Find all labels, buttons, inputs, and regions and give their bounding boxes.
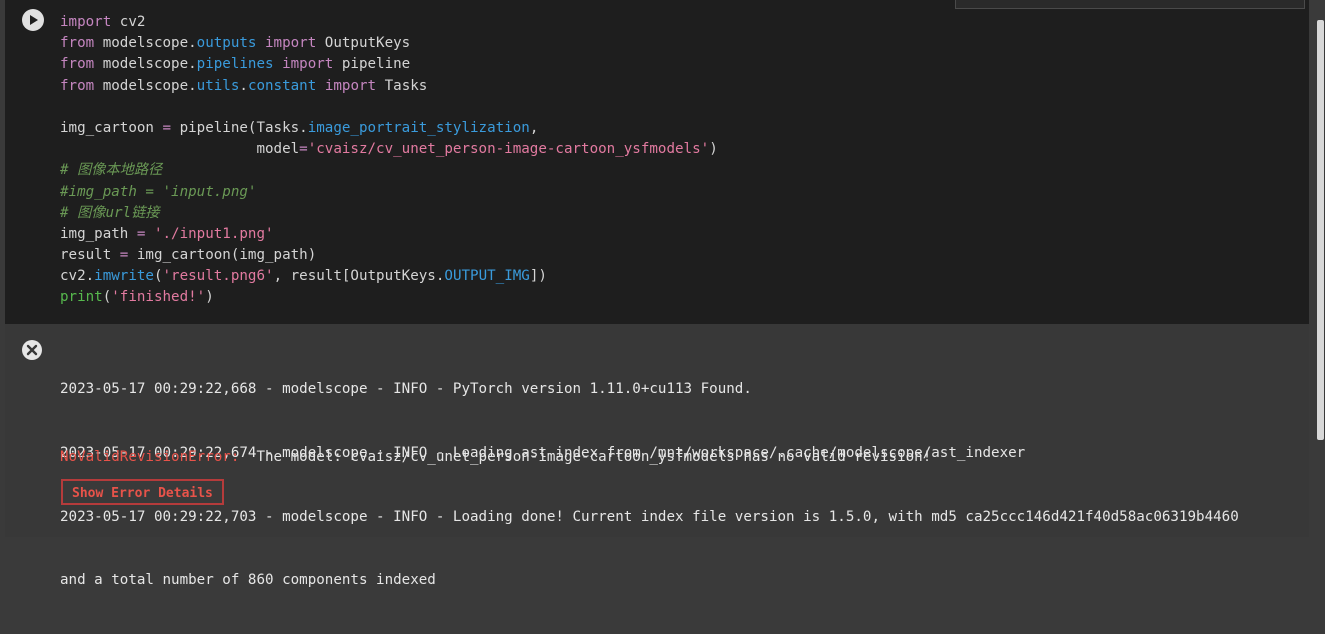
code-token: import	[60, 14, 112, 30]
code-token: cv2.	[60, 268, 95, 285]
code-editor[interactable]: import cv2 from modelscope.outputs import…	[5, 0, 1309, 324]
log-line: 2023-05-17 00:29:22,703 - modelscope - I…	[60, 508, 1239, 525]
log-line: and a total number of 860 components ind…	[60, 572, 436, 589]
error-line: NoValidRevisionError: The model: cvaisz/…	[60, 447, 931, 468]
code-token: pipelines	[196, 56, 274, 73]
code-token: OUTPUT_IMG	[444, 268, 530, 285]
code-token: ,	[529, 119, 539, 136]
code-line: import cv2	[60, 12, 718, 33]
play-icon	[30, 15, 38, 25]
code-token: Tasks	[376, 77, 428, 94]
code-line: result = img_cartoon(img_path)	[60, 245, 718, 266]
cell-output: 2023-05-17 00:29:22,668 - modelscope - I…	[60, 337, 1305, 634]
code-token: cv2	[111, 14, 146, 30]
code-token: #img_path = 'input.png'	[60, 183, 257, 200]
log-line: 2023-05-17 00:29:22,668 - modelscope - I…	[60, 381, 752, 398]
code-token: outputs	[196, 35, 257, 52]
code-token: img_cartoon(img_path)	[128, 247, 317, 264]
code-token: result	[60, 247, 120, 264]
code-token: constant	[247, 77, 317, 94]
code-token: modelscope.	[94, 56, 197, 73]
code-token: # 图像url链接	[60, 204, 160, 221]
code-token: import	[265, 35, 317, 52]
code-token: imwrite	[94, 268, 154, 285]
code-token: 'finished!'	[111, 289, 206, 306]
code-token: img_cartoon	[60, 119, 163, 136]
code-line: from modelscope.utils.constant import Ta…	[60, 76, 718, 97]
code-line: from modelscope.pipelines import pipelin…	[60, 54, 718, 75]
code-token: )	[205, 289, 214, 306]
code-token: (	[102, 289, 112, 306]
error-x-icon[interactable]	[21, 339, 43, 361]
code-line: img_path = './input1.png'	[60, 224, 718, 245]
code-token: from	[60, 35, 95, 52]
code-token: modelscope.	[94, 77, 197, 94]
code-line: print('finished!')	[60, 287, 718, 308]
code-line: img_cartoon = pipeline(Tasks.image_portr…	[60, 118, 718, 139]
code-token: from	[60, 56, 95, 73]
code-token: from	[60, 77, 95, 94]
code-line: # 图像url链接	[60, 203, 718, 224]
code-token: 'result.png6'	[162, 268, 274, 285]
code-token: ])	[529, 268, 547, 285]
code-token: image_portrait_stylization	[307, 119, 530, 136]
code-token: modelscope.	[94, 35, 197, 52]
run-cell-button[interactable]	[22, 9, 44, 31]
code-token: OutputKeys	[316, 35, 411, 52]
show-error-details-button[interactable]: Show Error Details	[61, 479, 224, 505]
code-token: )	[709, 141, 718, 158]
code-content[interactable]: import cv2 from modelscope.outputs import…	[60, 12, 718, 309]
code-token: print	[60, 289, 103, 306]
code-line: model='cvaisz/cv_unet_person-image-carto…	[60, 139, 718, 160]
code-token: # 图像本地路径	[60, 162, 163, 179]
code-token: model	[60, 141, 300, 158]
code-token: pipeline	[333, 56, 411, 73]
code-line: # 图像本地路径	[60, 160, 718, 181]
code-token: import	[282, 56, 334, 73]
code-token: pipeline(Tasks.	[171, 119, 308, 136]
error-name: NoValidRevisionError:	[60, 449, 240, 465]
code-token: , result[OutputKeys.	[273, 268, 445, 285]
code-token: =	[299, 141, 308, 158]
code-token: utils	[196, 77, 240, 94]
cell-toolbar	[955, 0, 1305, 9]
code-token: .	[239, 77, 248, 94]
code-token: =	[162, 119, 172, 136]
error-message: The model: cvaisz/cv_unet_person-image-c…	[239, 449, 932, 465]
notebook-cell: import cv2 from modelscope.outputs import…	[5, 0, 1309, 588]
code-line: #img_path = 'input.png'	[60, 182, 718, 203]
code-token: img_path	[60, 225, 137, 242]
code-line: cv2.imwrite('result.png6', result[Output…	[60, 266, 718, 287]
code-token: './input1.png'	[153, 225, 274, 242]
scrollbar-thumb[interactable]	[1317, 20, 1324, 440]
code-token: 'cvaisz/cv_unet_person-image-cartoon_ysf…	[307, 141, 710, 158]
code-token: import	[324, 77, 377, 94]
code-line: from modelscope.outputs import OutputKey…	[60, 33, 718, 54]
code-token: (	[153, 268, 163, 285]
